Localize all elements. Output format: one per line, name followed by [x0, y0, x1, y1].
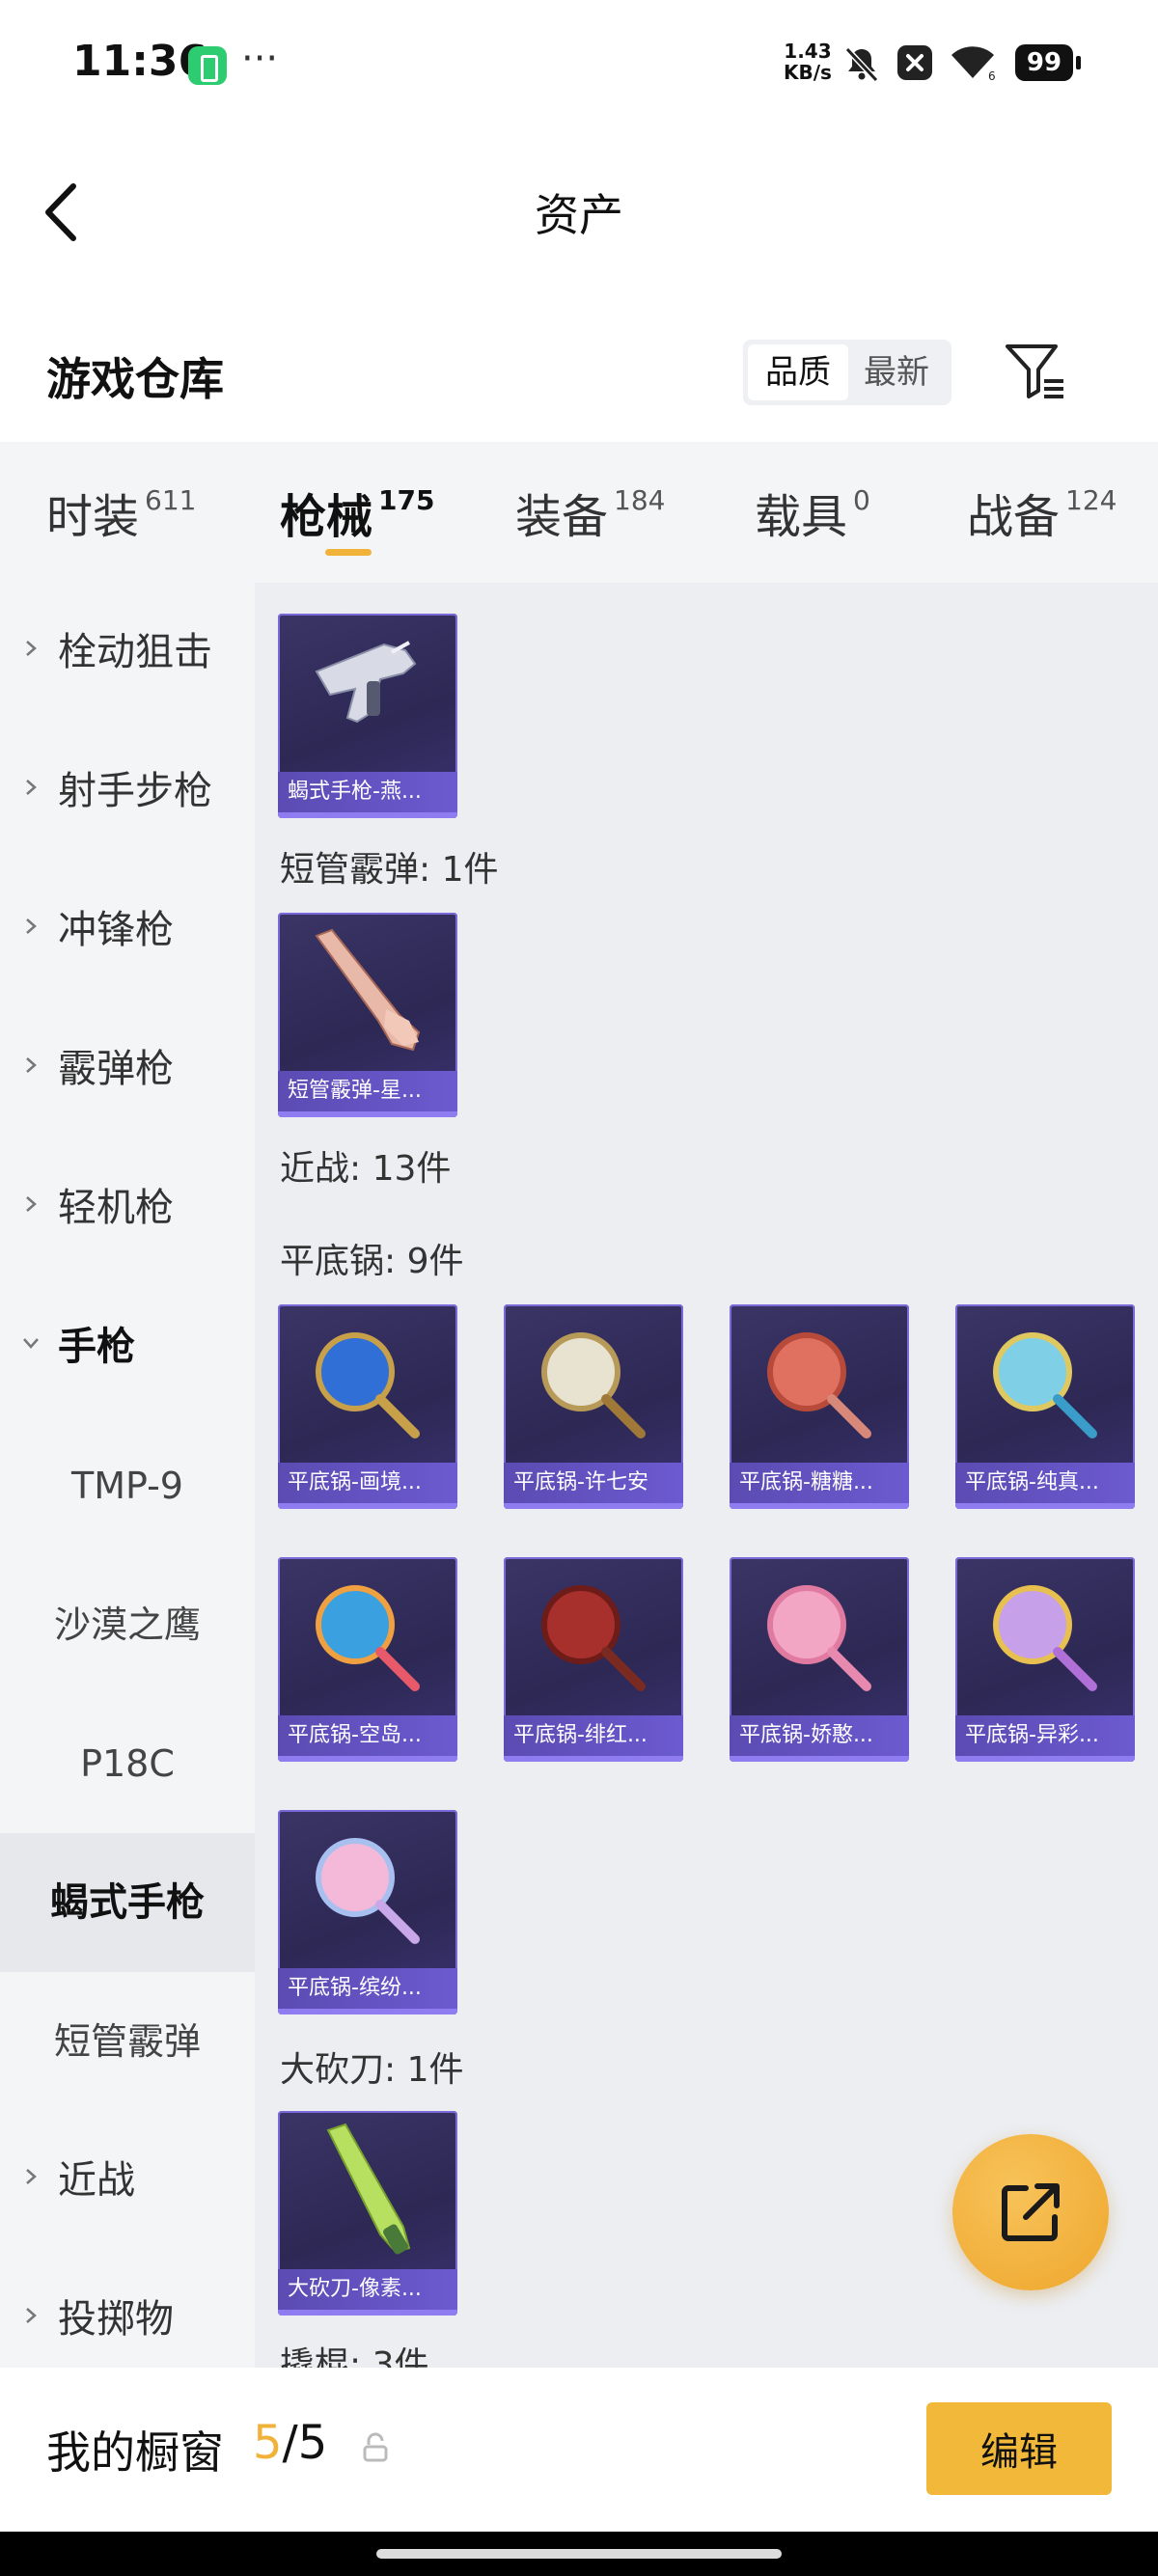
shotgun-icon [315, 928, 421, 1052]
item-name: 平底锅-空岛... [278, 1715, 457, 1756]
item-name: 平底锅-绯红... [504, 1715, 683, 1756]
item-card[interactable]: 平底锅-纯真... [955, 1304, 1135, 1509]
group-header: 近战: 13件 [280, 1149, 452, 1189]
sidebar-item-lmg[interactable]: 轻机枪 [0, 1138, 255, 1277]
sort-newest-option[interactable]: 最新 [846, 344, 947, 400]
showcase-bar: 我的橱窗 5/5 编辑 [0, 2368, 1158, 2532]
sidebar-subitem-tmp9[interactable]: TMP-9 [0, 1416, 255, 1555]
item-name: 蝎式手枪-燕... [278, 772, 457, 812]
tab-fashion[interactable]: 时装 611 [46, 479, 196, 546]
tab-firearms[interactable]: 枪械 175 [280, 479, 434, 546]
status-bar: 11:36 ··· 1.43 KB/s 6 99 [0, 0, 1158, 130]
item-name: 平底锅-画境... [278, 1463, 457, 1503]
item-card[interactable]: 平底锅-娇憨... [730, 1557, 909, 1762]
weapon-category-sidebar: 栓动狙击 射手步枪 冲锋枪 霰弹枪 轻机枪 手枪 TMP-9 沙漠之鹰 P18C… [0, 583, 255, 2368]
group-header: 平底锅: 9件 [280, 1242, 464, 1281]
item-card[interactable]: 平底锅-许七安 [504, 1304, 683, 1509]
item-card[interactable]: 短管霰弹-星... [278, 913, 457, 1117]
sidebar-item-shotgun[interactable]: 霰弹枪 [0, 1000, 255, 1138]
sidebar-subitem-p18c[interactable]: P18C [0, 1694, 255, 1833]
item-name: 平底锅-缤纷... [278, 1968, 457, 2009]
pan-icon [316, 1585, 420, 1691]
chevron-right-icon [26, 2308, 37, 2323]
page-title: 资产 [535, 189, 623, 241]
item-card[interactable]: 大砍刀-像素... [278, 2111, 457, 2316]
item-name: 平底锅-糖糖... [730, 1463, 909, 1503]
share-external-icon [1002, 2183, 1060, 2241]
chevron-down-icon [23, 1338, 39, 1349]
sidebar-item-marksman-rifle[interactable]: 射手步枪 [0, 722, 255, 861]
item-name: 短管霰弹-星... [278, 1071, 457, 1111]
group-header: 短管霰弹: 1件 [280, 850, 499, 890]
section-title: 游戏仓库 [46, 353, 224, 405]
sidebar-subitem-desert-eagle[interactable]: 沙漠之鹰 [0, 1555, 255, 1694]
close-box-icon [897, 45, 932, 80]
sort-quality-option[interactable]: 品质 [748, 344, 848, 400]
sort-toggle: 品质 最新 [743, 340, 951, 405]
item-card[interactable]: 平底锅-空岛... [278, 1557, 457, 1762]
navigation-bar [0, 2532, 1158, 2576]
wifi-icon: 6 [951, 46, 996, 82]
edit-showcase-button[interactable]: 编辑 [926, 2402, 1112, 2495]
item-card[interactable]: 平底锅-画境... [278, 1304, 457, 1509]
chevron-right-icon [26, 918, 37, 934]
sidebar-item-pistol[interactable]: 手枪 [0, 1277, 255, 1416]
pan-icon [767, 1585, 871, 1691]
pan-icon [767, 1332, 871, 1439]
showcase-label: 我的橱窗 [46, 2426, 224, 2479]
showcase-count: 5/5 [253, 2416, 328, 2470]
item-card[interactable]: 平底锅-异彩... [955, 1557, 1135, 1762]
item-card[interactable]: 平底锅-糖糖... [730, 1304, 909, 1509]
category-tabs: 时装 611 枪械 175 装备 184 载具 0 战备 124 [0, 442, 1158, 583]
pan-icon [541, 1585, 646, 1691]
tab-equipment[interactable]: 装备 184 [515, 479, 665, 546]
sidebar-item-smg[interactable]: 冲锋枪 [0, 861, 255, 1000]
item-card[interactable]: 平底锅-缤纷... [278, 1810, 457, 2014]
share-button[interactable] [952, 2134, 1109, 2290]
item-card[interactable]: 平底锅-绯红... [504, 1557, 683, 1762]
item-name: 大砍刀-像素... [278, 2269, 457, 2310]
more-notifications-icon: ··· [241, 37, 279, 81]
active-tab-indicator [325, 549, 372, 556]
group-header: 大砍刀: 1件 [280, 2050, 464, 2090]
item-name: 平底锅-娇憨... [730, 1715, 909, 1756]
chevron-right-icon [26, 1196, 37, 1212]
chevron-right-icon [26, 2169, 37, 2184]
tab-combat-supplies[interactable]: 战备 124 [967, 479, 1117, 546]
pan-icon [993, 1332, 1097, 1439]
filter-icon[interactable] [1004, 343, 1067, 402]
pistol-icon [315, 641, 417, 724]
app-notification-icon [188, 46, 227, 85]
item-name: 平底锅-纯真... [955, 1463, 1135, 1503]
sidebar-subitem-sawed-off[interactable]: 短管霰弹 [0, 1972, 255, 2111]
pan-icon [541, 1332, 646, 1439]
item-grid: 蝎式手枪-燕... 短管霰弹: 1件 短管霰弹-星... 近战: 13件 平底锅… [255, 583, 1158, 2368]
group-header: 撬棍: 3件 [280, 2345, 429, 2368]
header: 资产 [0, 130, 1158, 294]
sidebar-item-bolt-action-sniper[interactable]: 栓动狙击 [0, 583, 255, 722]
home-indicator[interactable] [376, 2549, 782, 2559]
item-name: 平底锅-异彩... [955, 1715, 1135, 1756]
lock-icon [363, 2432, 388, 2462]
pan-icon [316, 1838, 420, 1944]
battery-icon: 99 [1015, 44, 1081, 81]
sidebar-subitem-scorpion-pistol[interactable]: 蝎式手枪 [0, 1833, 255, 1972]
chevron-right-icon [26, 780, 37, 795]
pan-icon [316, 1332, 420, 1439]
tab-vehicles[interactable]: 载具 0 [755, 479, 870, 546]
item-name: 平底锅-许七安 [504, 1463, 683, 1503]
pan-icon [993, 1585, 1097, 1691]
mute-bell-icon [844, 46, 879, 83]
chevron-right-icon [26, 641, 37, 656]
chevron-right-icon [26, 1057, 37, 1073]
network-speed: 1.43 KB/s [784, 40, 832, 84]
machete-icon [326, 2123, 411, 2255]
item-card[interactable]: 蝎式手枪-燕... [278, 614, 457, 818]
sidebar-item-melee[interactable]: 近战 [0, 2111, 255, 2250]
svg-text:6: 6 [988, 69, 996, 82]
